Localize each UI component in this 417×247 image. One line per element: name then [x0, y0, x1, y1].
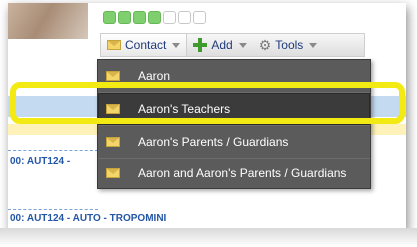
envelope-icon — [107, 40, 121, 50]
status-dot — [178, 11, 191, 24]
chevron-down-icon — [172, 42, 181, 48]
envelope-icon — [106, 168, 120, 178]
status-dot — [193, 11, 206, 24]
status-dot — [118, 11, 131, 24]
status-dot — [148, 11, 161, 24]
status-dots — [103, 11, 206, 24]
contact-button[interactable]: Contact — [101, 34, 188, 56]
toolbar: Contact Add ⚙ Tools — [100, 33, 365, 57]
tools-label: Tools — [275, 38, 304, 52]
add-button[interactable]: Add — [187, 34, 252, 56]
status-dot — [103, 11, 116, 24]
gear-icon: ⚙ — [258, 37, 272, 53]
avatar — [8, 3, 88, 39]
add-label: Add — [211, 38, 233, 52]
row-divider — [8, 150, 98, 151]
tools-button[interactable]: ⚙ Tools — [253, 34, 324, 56]
chevron-down-icon — [309, 42, 318, 48]
menu-item-label: Aaron and Aaron's Parents / Guardians — [138, 166, 347, 180]
shadow-fade — [0, 228, 417, 247]
status-dot — [163, 11, 176, 24]
list-item[interactable]: 00: AUT124 - — [10, 156, 70, 167]
envelope-icon — [106, 71, 120, 81]
row-divider — [8, 209, 98, 210]
contact-label: Contact — [125, 38, 167, 52]
list-item[interactable]: 00: AUT124 - AUTO - TROPOMINI — [10, 213, 166, 224]
menu-item-label: Aaron's Parents / Guardians — [138, 135, 289, 149]
envelope-icon — [106, 137, 120, 147]
status-dot — [133, 11, 146, 24]
contact-dropdown-menu: Aaron Aaron's Teachers Aaron's Parents /… — [97, 59, 371, 189]
plus-icon — [193, 38, 208, 52]
chevron-down-icon — [238, 42, 247, 48]
menu-item-aaron-and-parents[interactable]: Aaron and Aaron's Parents / Guardians — [98, 157, 370, 189]
menu-item-parents[interactable]: Aaron's Parents / Guardians — [98, 126, 370, 158]
menu-item-label: Aaron — [138, 69, 171, 83]
highlight-annotation — [10, 82, 405, 124]
